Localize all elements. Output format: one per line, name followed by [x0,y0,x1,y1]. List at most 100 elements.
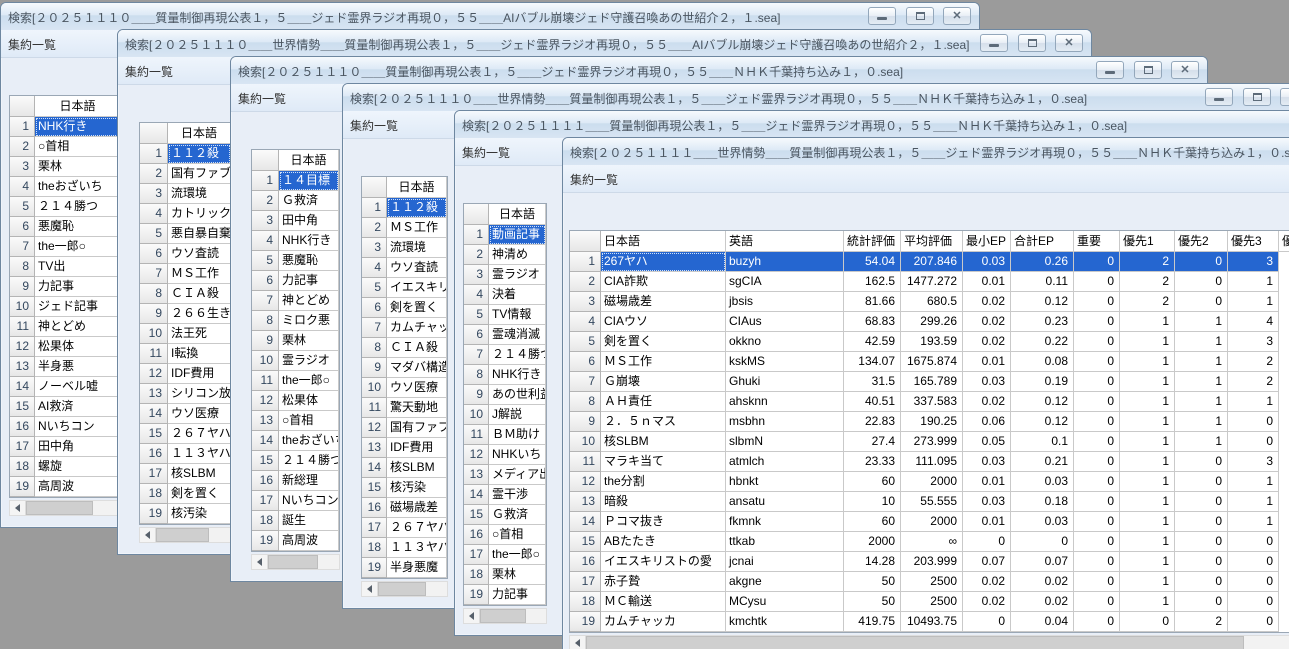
cell[interactable]: 悪自暴自棄 [168,224,231,244]
scrollbar-track[interactable] [26,501,121,515]
cell[interactable]: 50 [844,572,901,592]
cell[interactable]: 0.01 [963,272,1011,292]
row-number[interactable]: 5 [362,278,387,298]
row-number[interactable]: 11 [362,398,387,418]
cell[interactable]: 暗殺 [601,492,726,512]
row-number[interactable]: 12 [252,391,279,411]
table-row[interactable]: 2ＭＳ工作 [362,218,447,238]
cell[interactable]: 田中角 [279,211,339,231]
row-number[interactable]: 13 [140,384,168,404]
cell[interactable]: NHK行き [489,365,546,385]
row-number[interactable]: 6 [10,217,35,237]
cell[interactable]: 0.04 [1011,612,1074,632]
scroll-left-button[interactable] [570,636,586,649]
row-number[interactable]: 14 [570,512,601,532]
cell[interactable]: 1 [1228,492,1279,512]
row-number[interactable]: 3 [362,238,387,258]
cell[interactable]: 207.846 [901,252,963,272]
row-number[interactable]: 12 [10,337,35,357]
maximize-button[interactable] [1018,34,1046,52]
row-number[interactable]: 3 [464,265,489,285]
cell[interactable]: atmlch [726,452,844,472]
cell[interactable]: ＭＳ工作 [387,218,447,238]
cell[interactable]: 動画記事 [489,225,546,245]
scrollbar-thumb[interactable] [586,636,1244,649]
cell[interactable]: 1 [1175,412,1228,432]
cell[interactable]: Ｇ救済 [489,505,546,525]
row-number[interactable]: 3 [570,292,601,312]
cell[interactable]: 2500 [901,572,963,592]
table-row[interactable]: 12the分割hbnkt6020000.010.030101 [570,472,1289,492]
table-row[interactable]: 8ＣＩＡ殺 [140,284,231,304]
cell[interactable]: 134.07 [844,352,901,372]
cell[interactable]: buzyh [726,252,844,272]
cell[interactable]: 299.26 [901,312,963,332]
row-number[interactable]: 17 [464,545,489,565]
cell[interactable]: 霊ラジオ [489,265,546,285]
cell[interactable]: 60 [844,512,901,532]
row-number[interactable]: 12 [362,418,387,438]
column-header[interactable]: 優先3 [1228,231,1279,252]
row-number[interactable]: 12 [140,364,168,384]
row-number[interactable]: 14 [252,431,279,451]
cell[interactable]: 1 [1120,552,1175,572]
cell[interactable]: 0.07 [963,552,1011,572]
scrollbar-track[interactable] [156,528,231,542]
cell[interactable]: 0 [1228,592,1279,612]
cell[interactable]: the一郎○ [279,371,339,391]
cell[interactable]: 0.03 [1011,472,1074,492]
cell[interactable]: ○首相 [489,525,546,545]
cell[interactable]: Ｇ崩壊 [601,372,726,392]
horizontal-scrollbar[interactable] [139,527,232,543]
row-number[interactable]: 1 [362,198,387,218]
cell[interactable]: 81.66 [844,292,901,312]
cell[interactable]: ttkab [726,532,844,552]
row-number[interactable]: 5 [10,197,35,217]
cell[interactable]: ２１４勝つ [279,451,339,471]
row-number[interactable]: 19 [362,558,387,578]
cell[interactable]: J解説 [489,405,546,425]
cell[interactable]: 0 [1074,552,1120,572]
table-row[interactable]: 1１１２殺 [140,144,231,164]
cell[interactable]: 1 [1120,352,1175,372]
cell[interactable]: ウソ査読 [168,244,231,264]
cell[interactable]: 高周波 [35,477,121,497]
cell[interactable]: 1 [1175,352,1228,372]
cell[interactable]: シリコン放射 [168,384,231,404]
table-row[interactable]: 5悪自暴自棄 [140,224,231,244]
minimize-button[interactable] [868,7,896,25]
column-header[interactable]: 日本語 [387,177,447,198]
cell[interactable]: ノーベル嘘 [35,377,121,397]
table-row[interactable]: 11ＢＭ助け [464,425,546,445]
table-row[interactable]: 10霊ラジオ [252,351,339,371]
cell[interactable]: 1 [1175,372,1228,392]
horizontal-scrollbar[interactable] [251,554,340,570]
row-number[interactable]: 1 [140,144,168,164]
cell[interactable]: 0 [1175,292,1228,312]
table-row[interactable]: 14ウソ医療 [140,404,231,424]
horizontal-scrollbar[interactable] [9,500,122,516]
cell[interactable]: 0 [1175,532,1228,552]
cell[interactable]: 0 [1228,532,1279,552]
cell[interactable]: 0.19 [1011,372,1074,392]
cell[interactable]: 1 [1228,472,1279,492]
cell[interactable]: 680.5 [901,292,963,312]
table-row[interactable]: 9２６６生き [140,304,231,324]
table-row[interactable]: 6剣を置く [362,298,447,318]
cell[interactable]: 流環境 [168,184,231,204]
table-row[interactable]: 1動画記事 [464,225,546,245]
cell[interactable]: 神とどめ [279,291,339,311]
cell[interactable]: 0 [1074,532,1120,552]
table-row[interactable]: 10ジェド記事 [10,297,121,317]
scroll-left-button[interactable] [140,528,156,542]
row-number[interactable]: 15 [362,478,387,498]
row-number[interactable]: 18 [252,511,279,531]
table-row[interactable]: 3霊ラジオ [464,265,546,285]
cell[interactable]: ○首相 [35,137,121,157]
table-row[interactable]: 19カムチャッカkmchtk419.7510493.7500.040020 [570,612,1289,632]
row-number[interactable]: 1 [252,171,279,191]
cell[interactable]: 2 [1228,372,1279,392]
row-number[interactable]: 18 [570,592,601,612]
cell[interactable]: 1 [1120,332,1175,352]
row-number[interactable]: 5 [140,224,168,244]
